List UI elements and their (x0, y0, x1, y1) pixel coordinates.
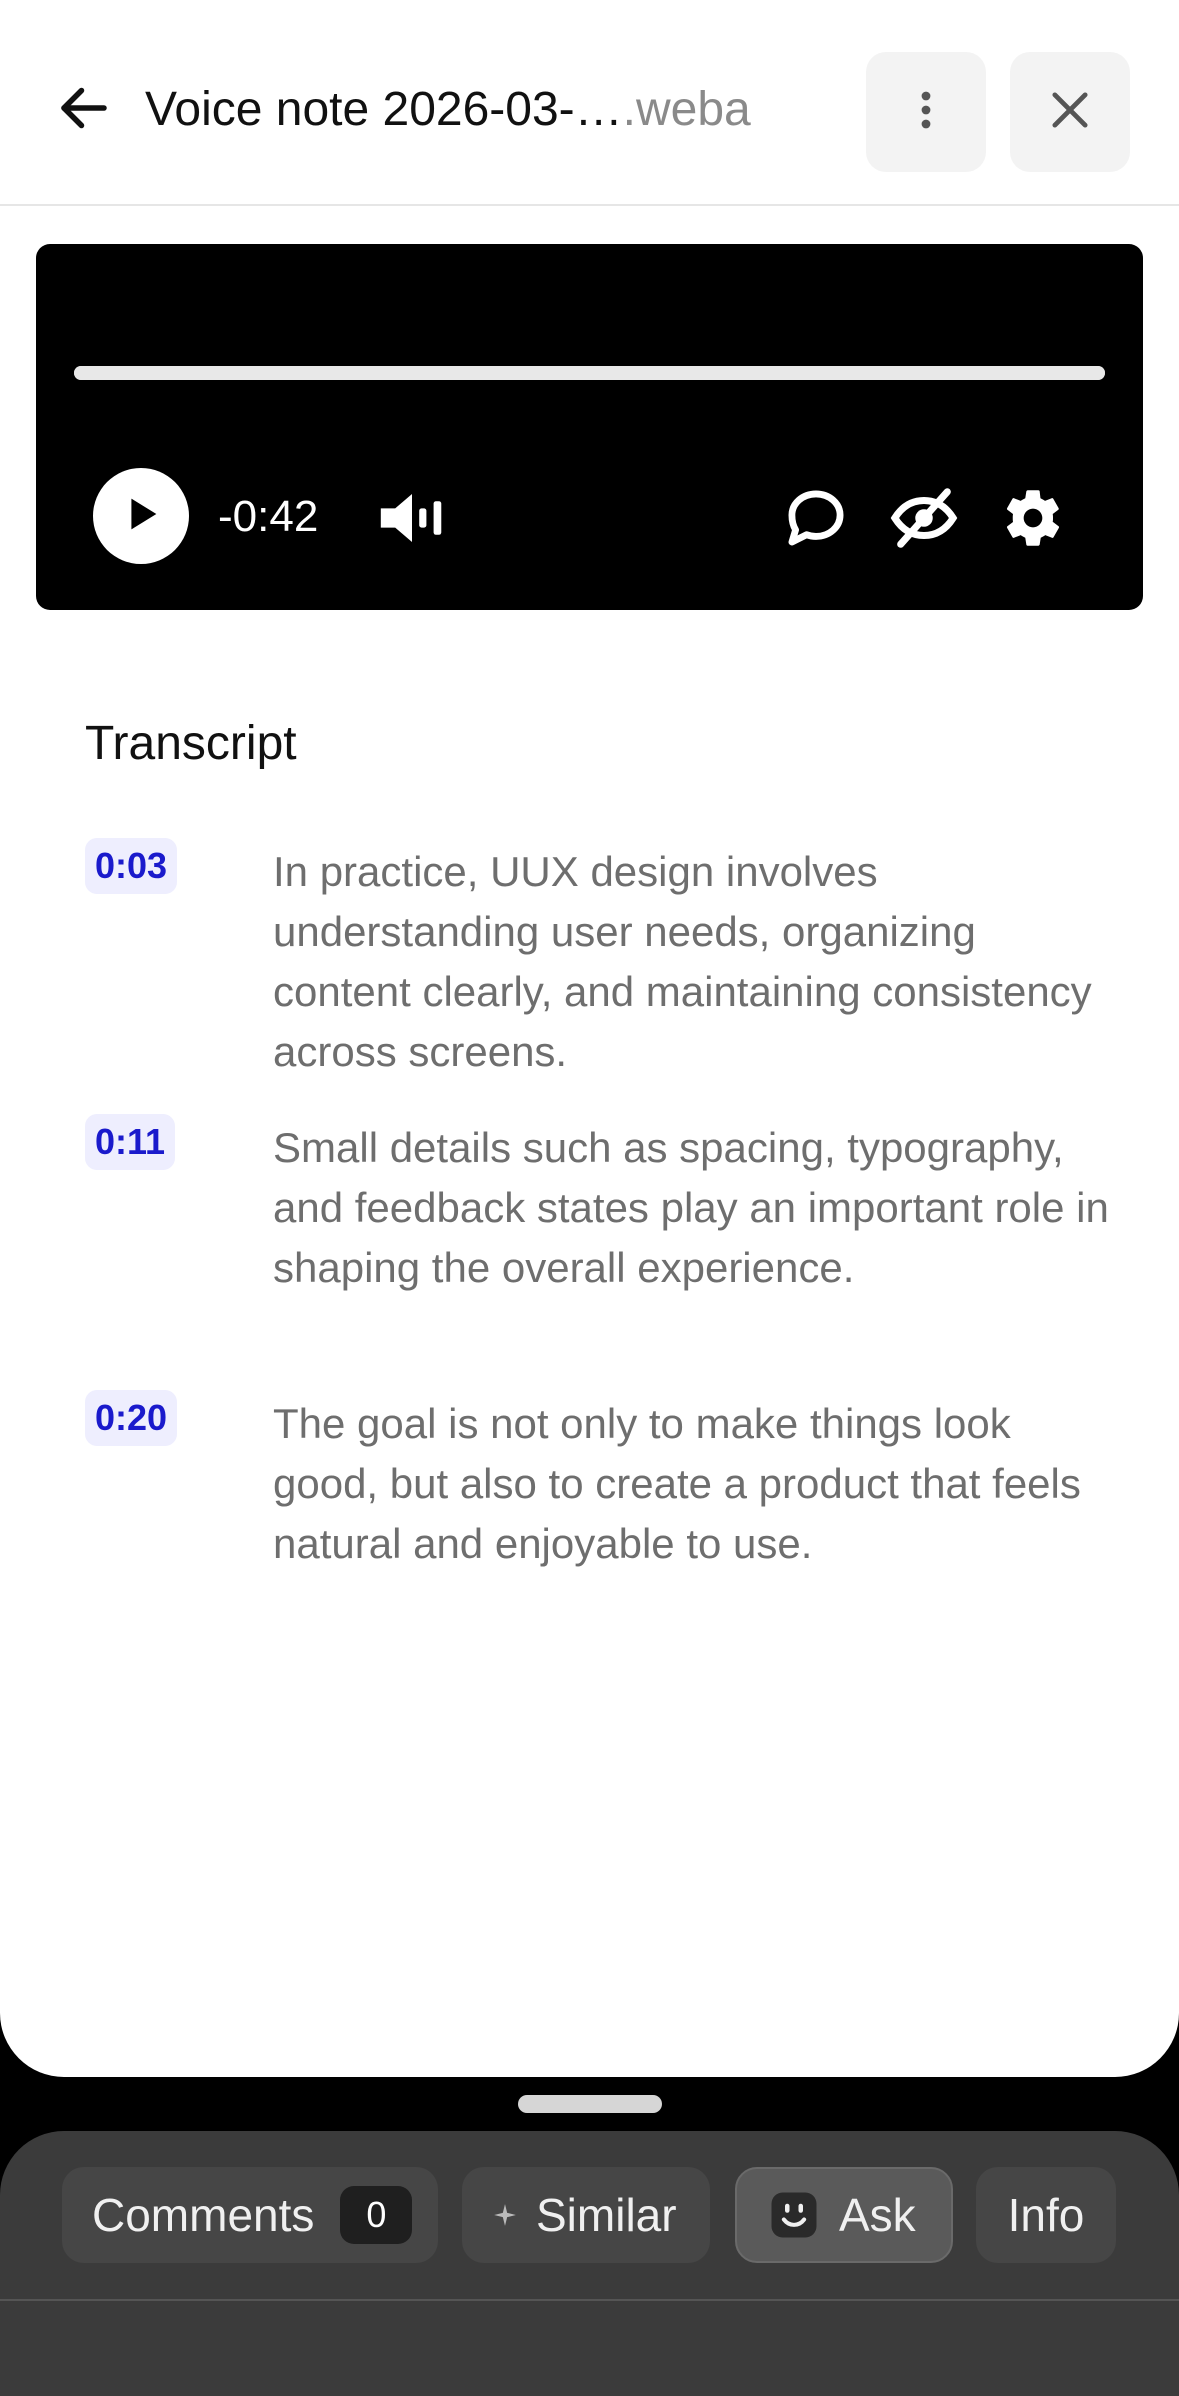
timestamp-link[interactable]: 0:20 (85, 1390, 178, 1446)
visibility-toggle-button[interactable] (884, 480, 964, 560)
tab-ask[interactable]: Ask (735, 2167, 953, 2263)
volume-icon (376, 488, 448, 553)
settings-button[interactable] (993, 480, 1073, 560)
divider (0, 2299, 1179, 2301)
transcript-text: Small details such as spacing, typograph… (273, 1124, 1109, 1291)
more-options-button[interactable] (866, 52, 986, 172)
arrow-left-icon (54, 78, 114, 143)
header: Voice note 2026-03-….weba (0, 0, 1179, 206)
file-extension: .weba (622, 83, 751, 136)
play-button[interactable] (93, 468, 189, 564)
eye-off-icon (889, 483, 959, 558)
tab-comments[interactable]: Comments 0 (62, 2167, 438, 2263)
back-button[interactable] (36, 62, 132, 158)
progress-fill (74, 366, 1105, 380)
timestamp-link[interactable]: 0:11 (85, 1114, 176, 1170)
timestamp-link[interactable]: 0:03 (85, 838, 178, 894)
file-name: Voice note 2026-03-… (145, 83, 623, 136)
tab-info[interactable]: Info (976, 2167, 1116, 2263)
smile-icon (767, 2188, 821, 2242)
sparkle-icon (492, 2202, 518, 2228)
file-title: Voice note 2026-03-….weba (145, 80, 845, 140)
viewer-sheet: Voice note 2026-03-….weba -0:42 Transcri… (0, 0, 1179, 2077)
ask-label: Ask (839, 2189, 916, 2241)
drag-handle[interactable] (518, 2095, 662, 2113)
chat-bubble-icon (782, 484, 850, 557)
transcript-heading: Transcript (85, 717, 297, 770)
captions-button[interactable] (776, 480, 856, 560)
tab-similar[interactable]: Similar (462, 2167, 710, 2263)
more-vertical-icon (906, 86, 946, 139)
play-icon (118, 491, 164, 542)
close-button[interactable] (1010, 52, 1130, 172)
audio-player: -0:42 (36, 244, 1143, 610)
comments-label: Comments (92, 2189, 315, 2241)
transcript-text: In practice, UUX design involves underst… (273, 848, 1092, 1075)
volume-button[interactable] (372, 480, 452, 560)
transcript-text: The goal is not only to make things look… (273, 1400, 1081, 1567)
gear-icon (1001, 486, 1065, 555)
similar-label: Similar (536, 2189, 677, 2241)
progress-bar[interactable] (74, 366, 1105, 380)
comments-count-badge: 0 (340, 2186, 413, 2244)
info-label: Info (1007, 2189, 1085, 2241)
time-remaining: -0:42 (218, 492, 319, 541)
close-icon (1044, 84, 1096, 141)
